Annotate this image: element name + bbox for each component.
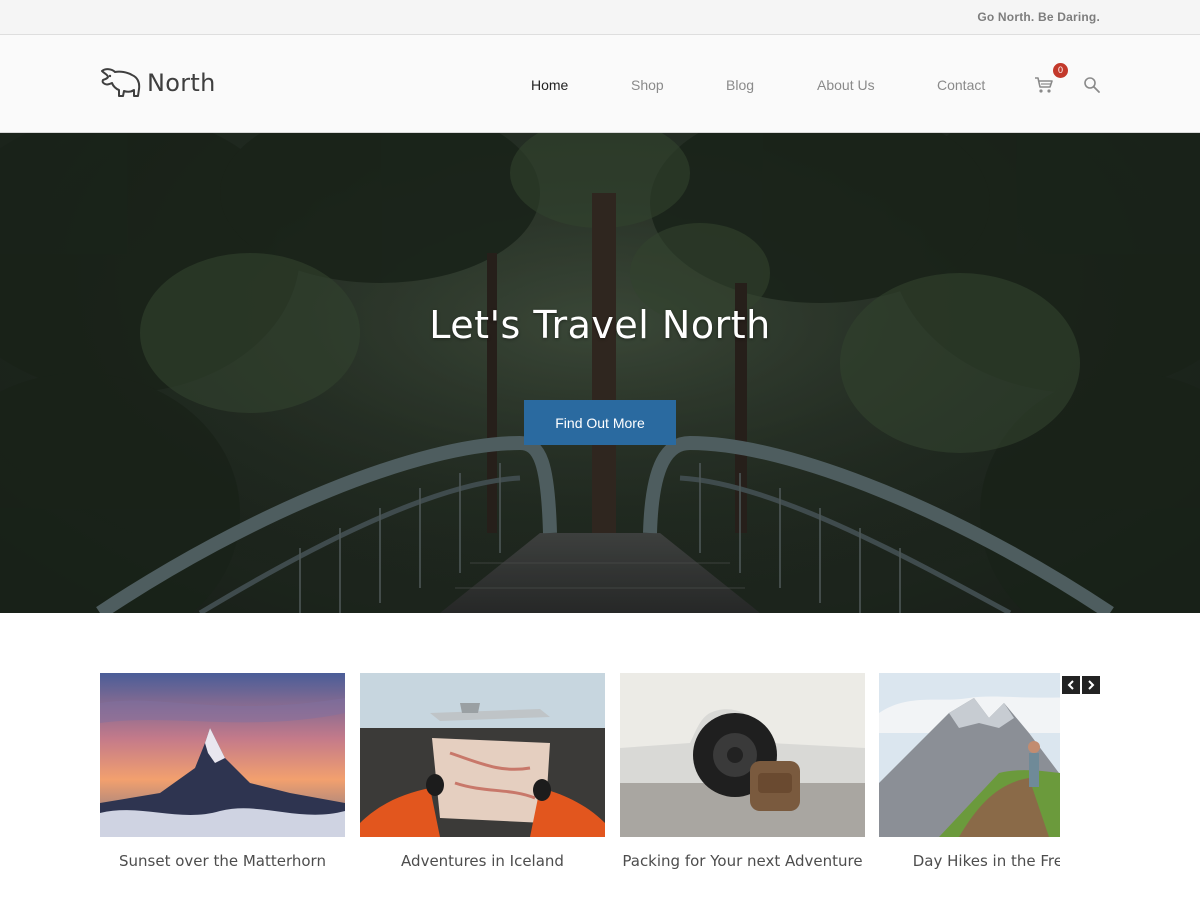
site-header: North Home Shop Blog About Us Contact (0, 35, 1200, 133)
card-thumbnail[interactable] (100, 673, 345, 837)
card-caption[interactable]: Day Hikes in the French (879, 852, 1060, 870)
carousel-card[interactable]: Adventures in Iceland (360, 673, 605, 870)
day-hike-image (879, 673, 1060, 837)
search-button[interactable] (1083, 76, 1101, 94)
cart-button[interactable] (1034, 76, 1056, 94)
matterhorn-sunset-image (100, 673, 345, 837)
polar-bear-icon (101, 68, 141, 97)
card-thumbnail[interactable] (879, 673, 1060, 837)
adventure-packing-image (620, 673, 865, 837)
cart-icon (1035, 77, 1053, 93)
iceland-map-image (360, 673, 605, 837)
hero-background-image (0, 133, 1200, 613)
chevron-right-icon (1088, 680, 1095, 690)
nav-contact[interactable]: Contact (937, 77, 985, 93)
chevron-left-icon (1067, 680, 1074, 690)
tagline: Go North. Be Daring. (977, 10, 1100, 24)
card-caption[interactable]: Sunset over the Matterhorn (100, 852, 345, 870)
nav-blog[interactable]: Blog (726, 77, 754, 93)
card-thumbnail[interactable] (360, 673, 605, 837)
carousel-prev-button[interactable] (1062, 676, 1080, 694)
nav-home[interactable]: Home (531, 77, 568, 93)
nav-about-us[interactable]: About Us (817, 77, 875, 93)
card-caption[interactable]: Adventures in Iceland (360, 852, 605, 870)
nav-shop[interactable]: Shop (631, 77, 664, 93)
carousel-next-button[interactable] (1082, 676, 1100, 694)
card-thumbnail[interactable] (620, 673, 865, 837)
card-caption[interactable]: Packing for Your next Adventure (620, 852, 865, 870)
carousel-card[interactable]: Day Hikes in the French (879, 673, 1060, 870)
site-logo[interactable]: North (100, 65, 216, 101)
carousel-card[interactable]: Packing for Your next Adventure (620, 673, 865, 870)
cart-count-badge: 0 (1053, 63, 1068, 78)
find-out-more-button[interactable]: Find Out More (524, 400, 676, 445)
top-bar: Go North. Be Daring. (0, 0, 1200, 35)
post-carousel: Sunset over the Matterhorn Adventures in… (100, 673, 1060, 883)
search-icon (1084, 77, 1100, 93)
carousel-card[interactable]: Sunset over the Matterhorn (100, 673, 345, 870)
logo-text: North (147, 69, 216, 97)
hero-title: Let's Travel North (429, 303, 771, 347)
hero-banner: Let's Travel North Find Out More (0, 133, 1200, 613)
